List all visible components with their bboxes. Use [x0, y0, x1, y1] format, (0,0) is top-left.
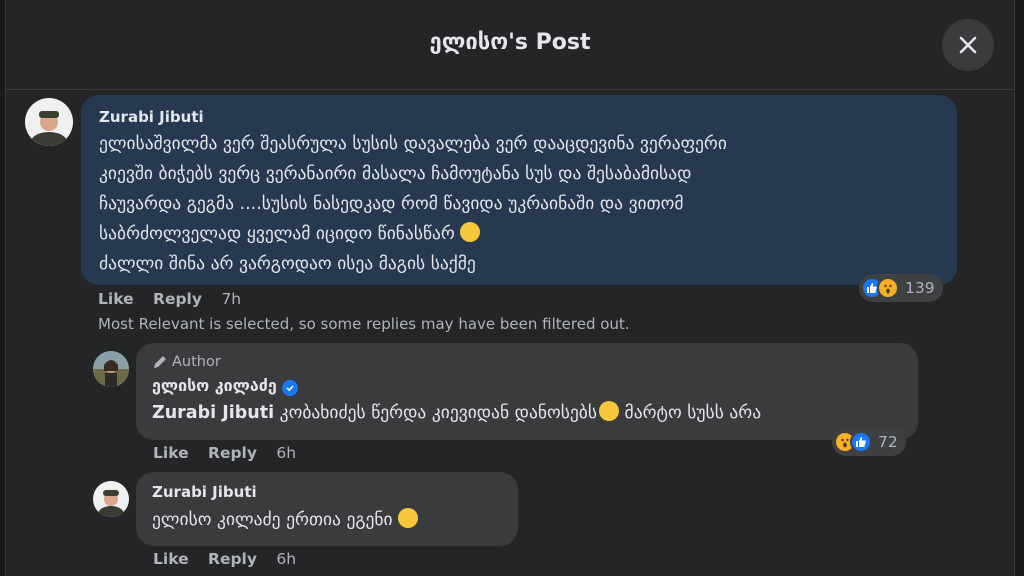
reply-author[interactable]: ელისო კილაძე	[152, 376, 902, 396]
comment-line: ჩაუვარდა გეგმა ....სუსის ნასედკად რომ წა…	[99, 194, 684, 214]
reply-button[interactable]: Reply	[153, 290, 202, 308]
reply-time[interactable]: 6h	[276, 444, 296, 462]
close-button[interactable]	[942, 19, 994, 71]
reaction-summary[interactable]: 139	[859, 274, 943, 302]
verified-badge-icon	[281, 380, 298, 396]
close-icon	[959, 36, 977, 54]
comment-bubble: Zurabi Jibuti ელისაშვილმა ვერ შეასრულა ს…	[81, 95, 957, 285]
grin-emoji-icon	[460, 222, 481, 242]
author-badge-label: Author	[172, 354, 221, 370]
pencil-icon	[154, 356, 166, 368]
avatar[interactable]	[93, 481, 129, 517]
comment-actions: Like Reply 7h	[98, 290, 255, 308]
reply-author[interactable]: Zurabi Jibuti	[152, 482, 502, 502]
cowboy-emoji-icon	[598, 401, 619, 421]
reply-text: Zurabi Jibuti კობახიძეს წერდა კიევიდან დ…	[152, 398, 902, 428]
reply-text-part: მარტო სუსს არა	[618, 403, 762, 423]
reply-bubble: Author ელისო კილაძე Zurabi Jibuti კობახი…	[136, 343, 918, 440]
wow-reaction-icon	[877, 277, 899, 299]
comment-line: საბრძოლველად ყველამ იციდო წინასწარ	[99, 219, 939, 249]
reaction-count: 72	[878, 433, 898, 451]
comment-line: კიევში ბიჭებს ვერც ვერანაირი მასალა ჩამო…	[99, 164, 692, 184]
comment-line-text: საბრძოლველად ყველამ იციდო წინასწარ	[99, 224, 455, 244]
reply-button[interactable]: Reply	[208, 550, 257, 568]
comment-line: ელისაშვილმა ვერ შეასრულა სუსის დავალება …	[99, 134, 727, 154]
avatar[interactable]	[93, 351, 129, 387]
comment-line: ძალლი შინა არ ვარგოდაო ისეა მაგის საქმე	[99, 254, 476, 274]
reply-button[interactable]: Reply	[208, 444, 257, 462]
modal-title: ელისო's Post	[429, 30, 591, 55]
modal-header: ელისო's Post	[6, 0, 1014, 90]
like-button[interactable]: Like	[153, 550, 189, 568]
reply-text-part: კობახიძეს წერდა კიევიდან დანოსებს	[274, 403, 597, 423]
reply-actions: Like Reply 6h	[153, 444, 310, 462]
filter-note: Most Relevant is selected, so some repli…	[98, 315, 630, 333]
reply-time[interactable]: 6h	[276, 550, 296, 568]
comment-time[interactable]: 7h	[221, 290, 241, 308]
avatar[interactable]	[25, 98, 73, 146]
post-modal: ელისო's Post Zurabi Jibuti ელისაშვილმა ვ…	[5, 0, 1015, 576]
reply-text-part: ელისო კილაძე ერთია ეგენი	[152, 510, 393, 530]
comment-author[interactable]: Zurabi Jibuti	[99, 107, 939, 127]
reaction-summary[interactable]: 72	[832, 428, 906, 456]
reply-bubble: Zurabi Jibuti ელისო კილაძე ერთია ეგენი	[136, 472, 518, 546]
grin-emoji-icon	[398, 508, 419, 528]
reply-author-name[interactable]: ელისო კილაძე	[152, 376, 277, 395]
reaction-count: 139	[905, 279, 935, 297]
like-button[interactable]: Like	[153, 444, 189, 462]
like-reaction-icon	[850, 431, 872, 453]
comment-text: ელისაშვილმა ვერ შეასრულა სუსის დავალება …	[99, 129, 939, 279]
author-badge: Author	[152, 352, 902, 372]
mention-link[interactable]: Zurabi Jibuti	[152, 403, 274, 423]
reply-actions: Like Reply 6h	[153, 550, 310, 568]
like-button[interactable]: Like	[98, 290, 134, 308]
reply-text: ელისო კილაძე ერთია ეგენი	[152, 505, 502, 535]
